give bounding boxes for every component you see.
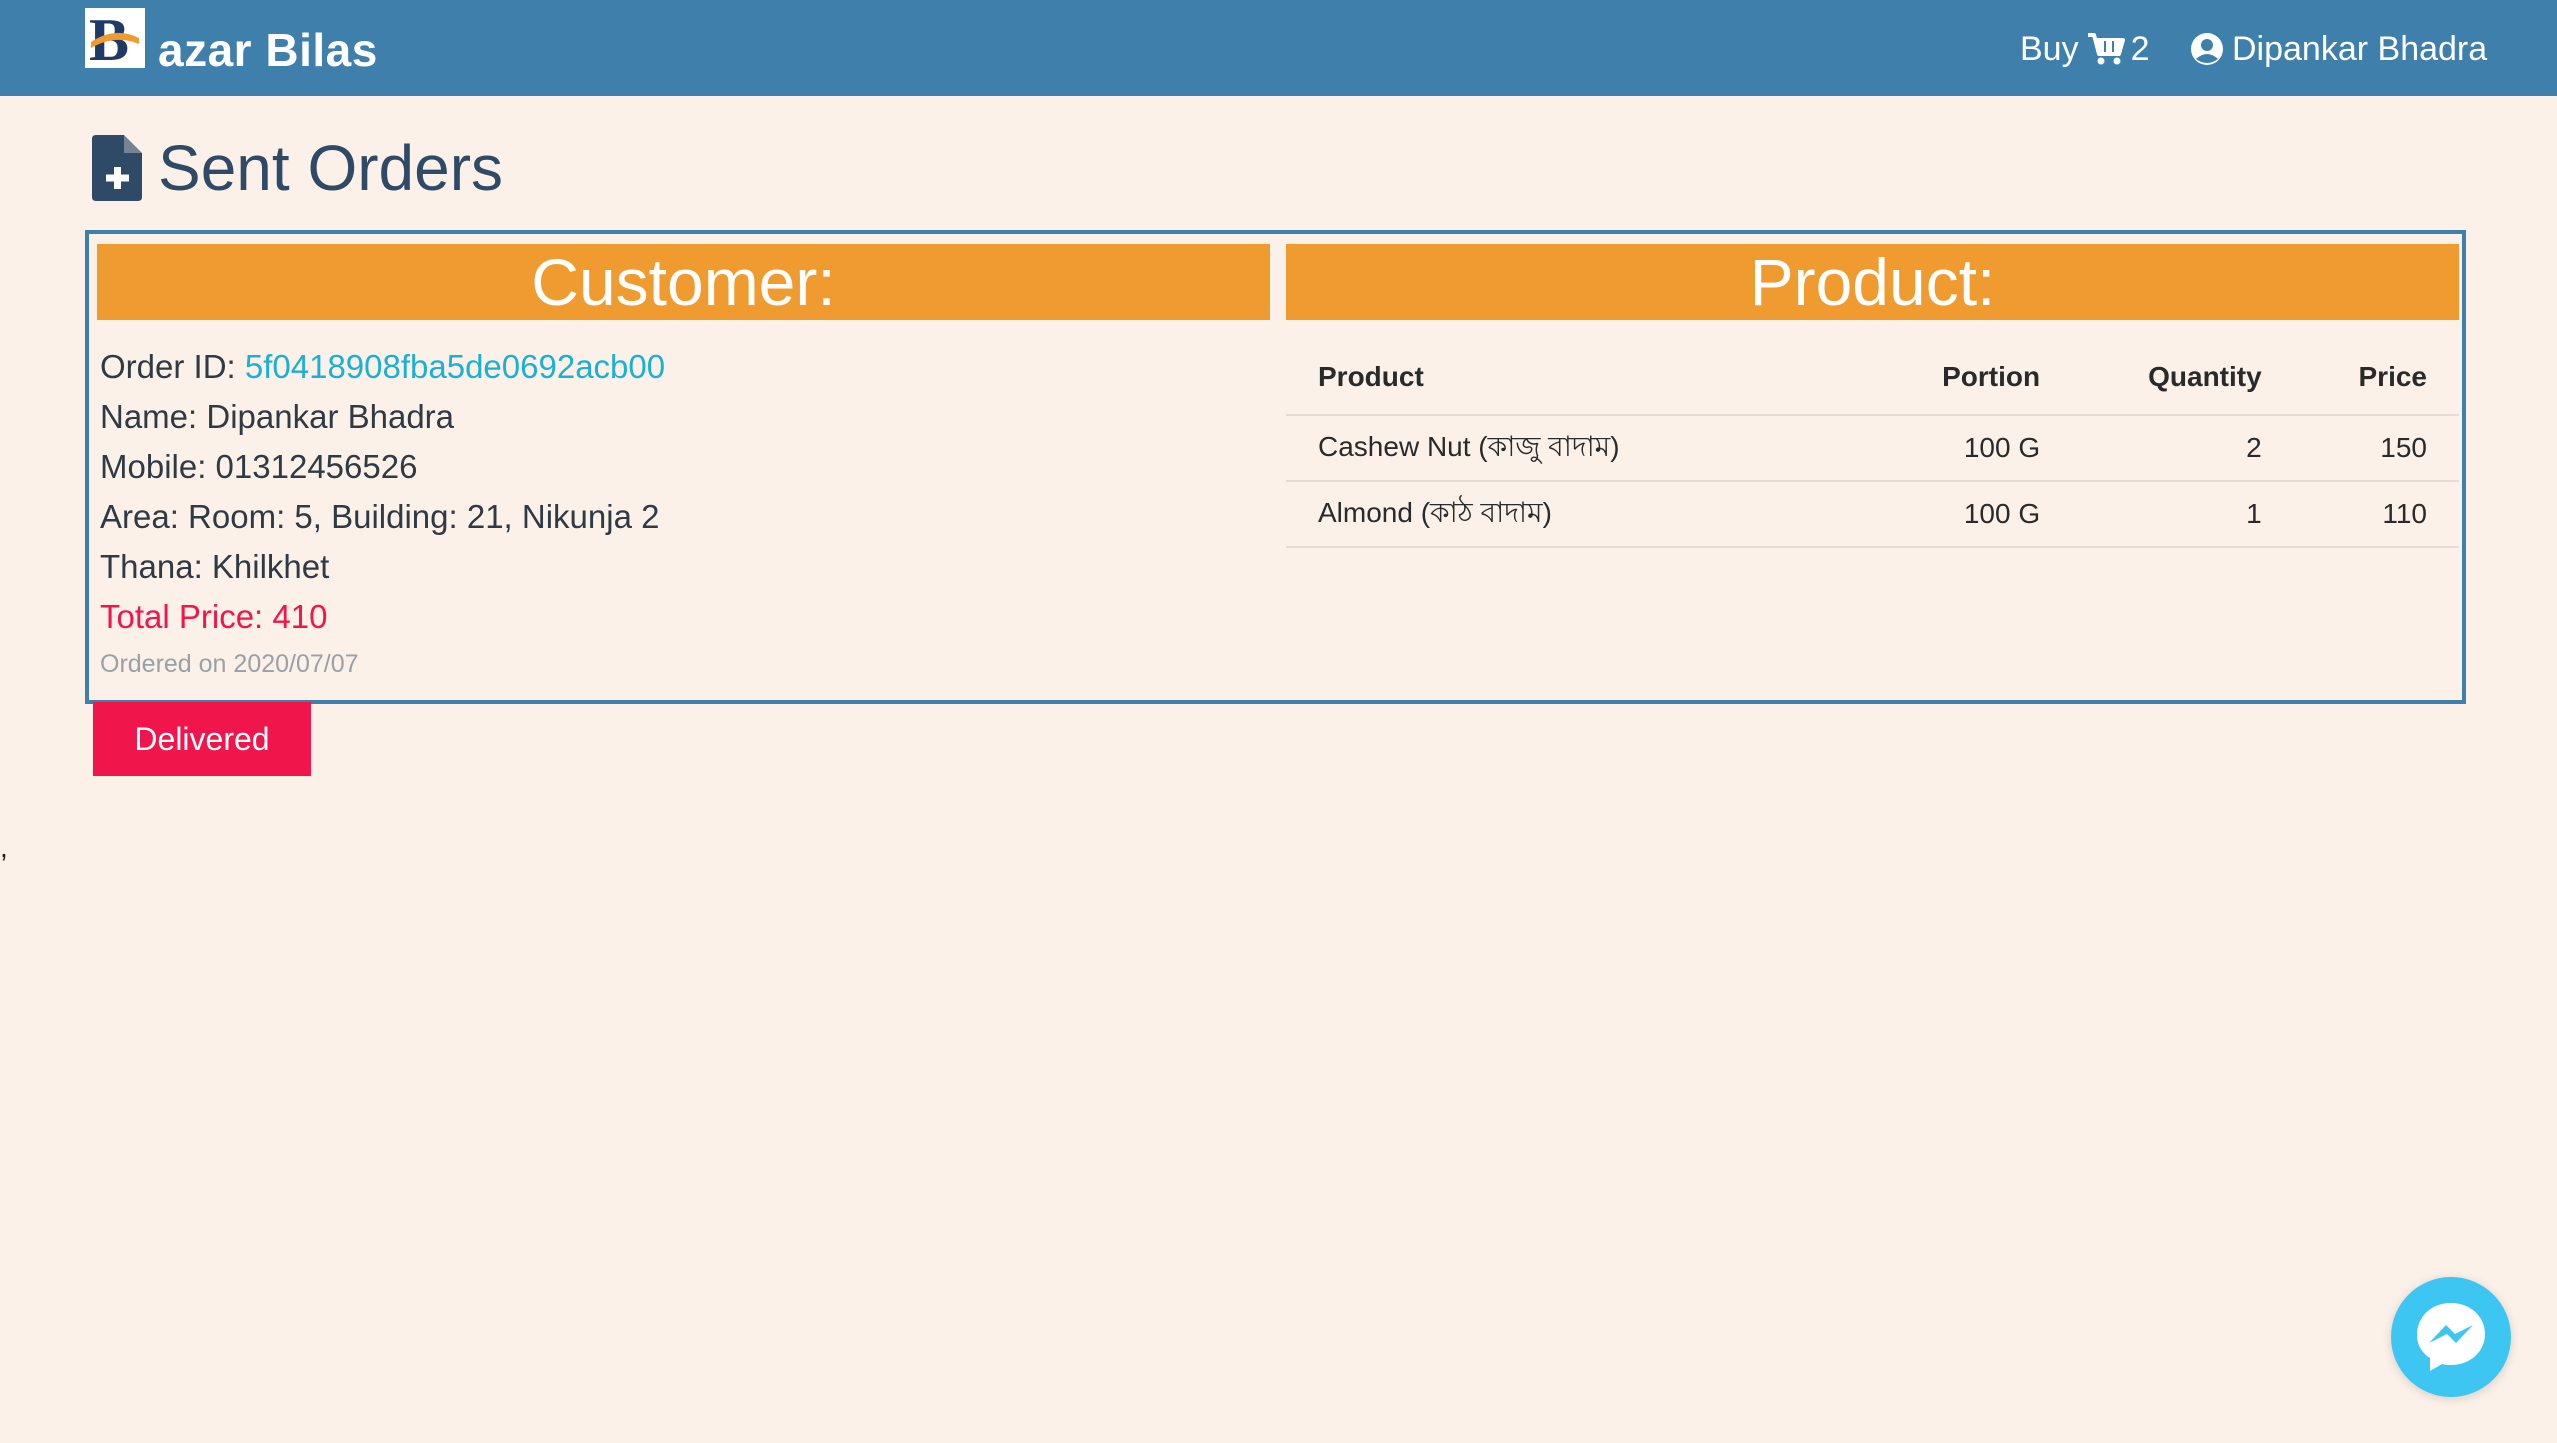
- order-id-line: Order ID: 5f0418908fba5de0692acb00: [100, 342, 1260, 392]
- messenger-icon: [2417, 1303, 2485, 1371]
- brand-logo-icon[interactable]: B: [85, 7, 145, 73]
- top-navbar: B azar Bilas Buy 2 Dipankar Bhadra: [0, 0, 2557, 96]
- cart-count-badge: 2: [2130, 29, 2150, 68]
- product-name-cell: Almond (কাঠ বাদাম): [1286, 481, 1870, 548]
- portion-cell: 100 G: [1870, 481, 2073, 548]
- buy-label: Buy: [2020, 29, 2079, 68]
- stray-comma: ,: [0, 832, 8, 863]
- ordered-date: Ordered on 2020/07/07: [100, 650, 359, 678]
- price-cell: 150: [2293, 415, 2459, 482]
- file-plus-icon: [92, 135, 142, 201]
- user-circle-icon: [2191, 33, 2223, 65]
- page-title-text: Sent Orders: [158, 132, 504, 204]
- user-name: Dipankar Bhadra: [2232, 29, 2488, 68]
- product-name-cell: Cashew Nut (কাজু বাদাম): [1286, 415, 1870, 482]
- column-header: Quantity: [2072, 340, 2294, 416]
- nav-user-menu[interactable]: Dipankar Bhadra: [2190, 24, 2487, 74]
- customer-header: Customer:: [97, 244, 1270, 320]
- customer-name: Name: Dipankar Bhadra: [100, 398, 455, 435]
- customer-info: Order ID: 5f0418908fba5de0692acb00 Name:…: [100, 342, 1260, 684]
- customer-thana: Thana: Khilkhet: [100, 548, 330, 585]
- order-id-value[interactable]: 5f0418908fba5de0692acb00: [245, 348, 665, 385]
- portion-cell: 100 G: [1870, 415, 2073, 482]
- column-header: Price: [2293, 340, 2459, 416]
- order-card: Customer: Product: Order ID: 5f0418908fb…: [85, 230, 2466, 704]
- table-header-row: Product Portion Quantity Price: [1286, 340, 2459, 416]
- brand-name[interactable]: azar Bilas: [158, 22, 378, 78]
- table-row: Almond (কাঠ বাদাম) 100 G 1 110: [1286, 481, 2459, 548]
- quantity-cell: 2: [2072, 415, 2294, 482]
- cart-icon: [2087, 32, 2125, 66]
- messenger-chat-button[interactable]: [2391, 1277, 2511, 1397]
- customer-area: Area: Room: 5, Building: 21, Nikunja 2: [100, 498, 660, 535]
- column-header: Product: [1286, 340, 1870, 416]
- nav-buy-link[interactable]: Buy 2: [2020, 24, 2150, 74]
- customer-mobile: Mobile: 01312456526: [100, 448, 418, 485]
- product-table: Product Portion Quantity Price Cashew Nu…: [1286, 340, 2459, 548]
- delivered-status-button[interactable]: Delivered: [93, 702, 311, 776]
- price-cell: 110: [2293, 481, 2459, 548]
- page-title: Sent Orders: [92, 128, 503, 208]
- quantity-cell: 1: [2072, 481, 2294, 548]
- order-id-label: Order ID:: [100, 348, 245, 385]
- product-header: Product:: [1286, 244, 2459, 320]
- total-price: Total Price: 410: [100, 598, 328, 635]
- column-header: Portion: [1870, 340, 2073, 416]
- table-row: Cashew Nut (কাজু বাদাম) 100 G 2 150: [1286, 415, 2459, 482]
